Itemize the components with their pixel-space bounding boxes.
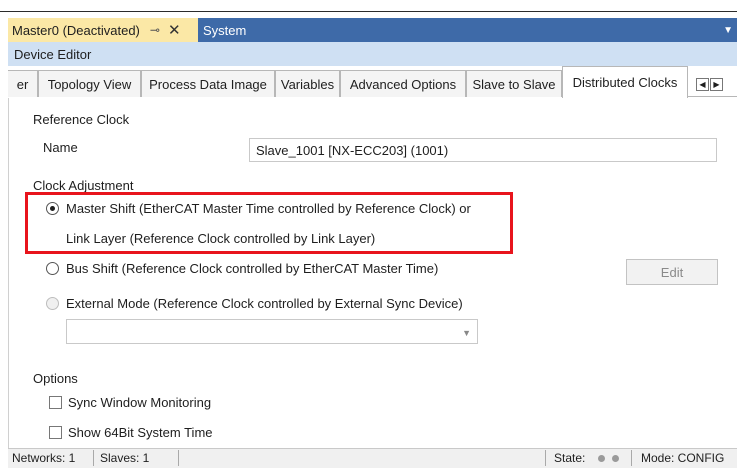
tab-label: Advanced Options [349,76,457,92]
reference-clock-name-value: Slave_1001 [NX-ECC203] (1001) [256,142,449,158]
master-shift-radio[interactable] [46,202,59,215]
name-label: Name [43,140,78,155]
state-indicator-icon [612,455,619,462]
options-section-label: Options [33,371,78,386]
master-shift-label-line1[interactable]: Master Shift (EtherCAT Master Time contr… [66,201,471,216]
tab-label: Topology View [47,76,132,92]
sync-window-label[interactable]: Sync Window Monitoring [68,395,211,410]
tab-distributed-clocks[interactable]: Distributed Clocks [562,66,688,98]
tab-topology-view[interactable]: Topology View [38,70,141,97]
status-separator [93,450,94,466]
device-editor-header: Device Editor [8,42,737,66]
external-mode-label[interactable]: External Mode (Reference Clock controlle… [66,296,463,311]
clock-adjustment-section-label: Clock Adjustment [33,178,134,193]
tab-slave-to-slave[interactable]: Slave to Slave [466,70,562,97]
tab-partial[interactable]: er [8,70,38,97]
close-icon[interactable]: ✕ [168,21,181,39]
tab-process-data-image[interactable]: Process Data Image [141,70,275,97]
status-separator [631,450,632,466]
chevron-down-icon[interactable]: ▼ [723,25,733,36]
doc-tab-master0[interactable]: Master0 (Deactivated) ⊸ ✕ [8,18,198,42]
tab-label: Variables [280,76,335,92]
tab-label: Distributed Clocks [572,75,678,90]
external-mode-radio[interactable] [46,297,59,310]
reference-clock-section-label: Reference Clock [33,112,130,127]
networks-count: Networks: 1 [12,451,76,465]
doc-tab-system-label: System [203,22,247,38]
state-indicator-icon [598,455,605,462]
status-separator [545,450,546,466]
slaves-count: Slaves: 1 [100,451,150,465]
status-separator [178,450,179,466]
tab-variables[interactable]: Variables [275,70,340,97]
state-label: State: [554,451,586,465]
tab-scroll-left-icon[interactable]: ◀ [696,78,709,91]
external-sync-device-dropdown[interactable]: ▼ [66,319,478,344]
bus-shift-label[interactable]: Bus Shift (Reference Clock controlled by… [66,261,438,276]
doc-tab-system[interactable]: System [203,18,246,42]
tab-label: er [16,76,29,92]
edit-button-label: Edit [660,264,684,280]
reference-clock-name-field: Slave_1001 [NX-ECC203] (1001) [249,138,717,162]
show-64bit-label[interactable]: Show 64Bit System Time [68,425,213,440]
tab-advanced-options[interactable]: Advanced Options [340,70,466,97]
master-shift-label-line2[interactable]: Link Layer (Reference Clock controlled b… [66,231,375,246]
tab-label: Process Data Image [149,76,267,92]
edit-button[interactable]: Edit [626,259,718,285]
pin-icon[interactable]: ⊸ [150,23,160,37]
show-64bit-checkbox[interactable] [49,426,62,439]
bus-shift-radio[interactable] [46,262,59,275]
tab-label: Slave to Slave [472,76,556,92]
tab-scroll-right-icon[interactable]: ▶ [710,78,723,91]
sync-window-checkbox[interactable] [49,396,62,409]
panel-left-border [8,98,9,448]
device-editor-title: Device Editor [14,46,92,62]
doc-tab-master0-label: Master0 (Deactivated) [12,22,140,38]
mode-label: Mode: CONFIG [641,451,725,465]
chevron-down-icon: ▼ [462,328,471,338]
top-border [0,0,737,12]
